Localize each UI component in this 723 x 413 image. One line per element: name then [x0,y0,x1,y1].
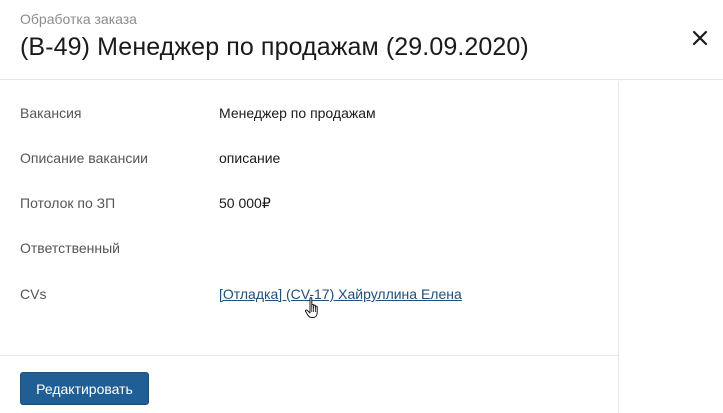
field-row-cvs: CVs [Отладка] (CV-17) Хайруллина Елена [0,284,619,314]
close-icon[interactable] [688,26,712,50]
cv-link[interactable]: [Отладка] (CV-17) Хайруллина Елена [219,284,462,304]
side-panel [620,81,723,413]
field-label-description: Описание вакансии [20,150,148,166]
field-value-description: описание [219,150,281,166]
order-processing-modal: Обработка заказа (В-49) Менеджер по прод… [0,0,723,413]
field-label-vacancy: Вакансия [20,105,82,121]
modal-subtitle: Обработка заказа [20,11,137,27]
modal-title: (В-49) Менеджер по продажам (29.09.2020) [20,33,529,61]
field-row-responsible: Ответственный [0,238,619,268]
field-value-vacancy: Менеджер по продажам [219,105,376,121]
modal-body: Вакансия Менеджер по продажам Описание в… [0,81,619,413]
field-value-salary-cap: 50 000₽ [219,195,271,211]
field-label-responsible: Ответственный [20,240,120,256]
field-row-description: Описание вакансии описание [0,148,619,178]
field-row-vacancy: Вакансия Менеджер по продажам [0,103,619,133]
field-label-cvs: CVs [20,286,47,302]
field-label-salary-cap: Потолок по ЗП [20,195,116,211]
edit-button[interactable]: Редактировать [20,372,149,405]
modal-header: Обработка заказа (В-49) Менеджер по прод… [0,0,723,80]
modal-footer: Редактировать [0,355,619,413]
field-row-salary-cap: Потолок по ЗП 50 000₽ [0,193,619,223]
